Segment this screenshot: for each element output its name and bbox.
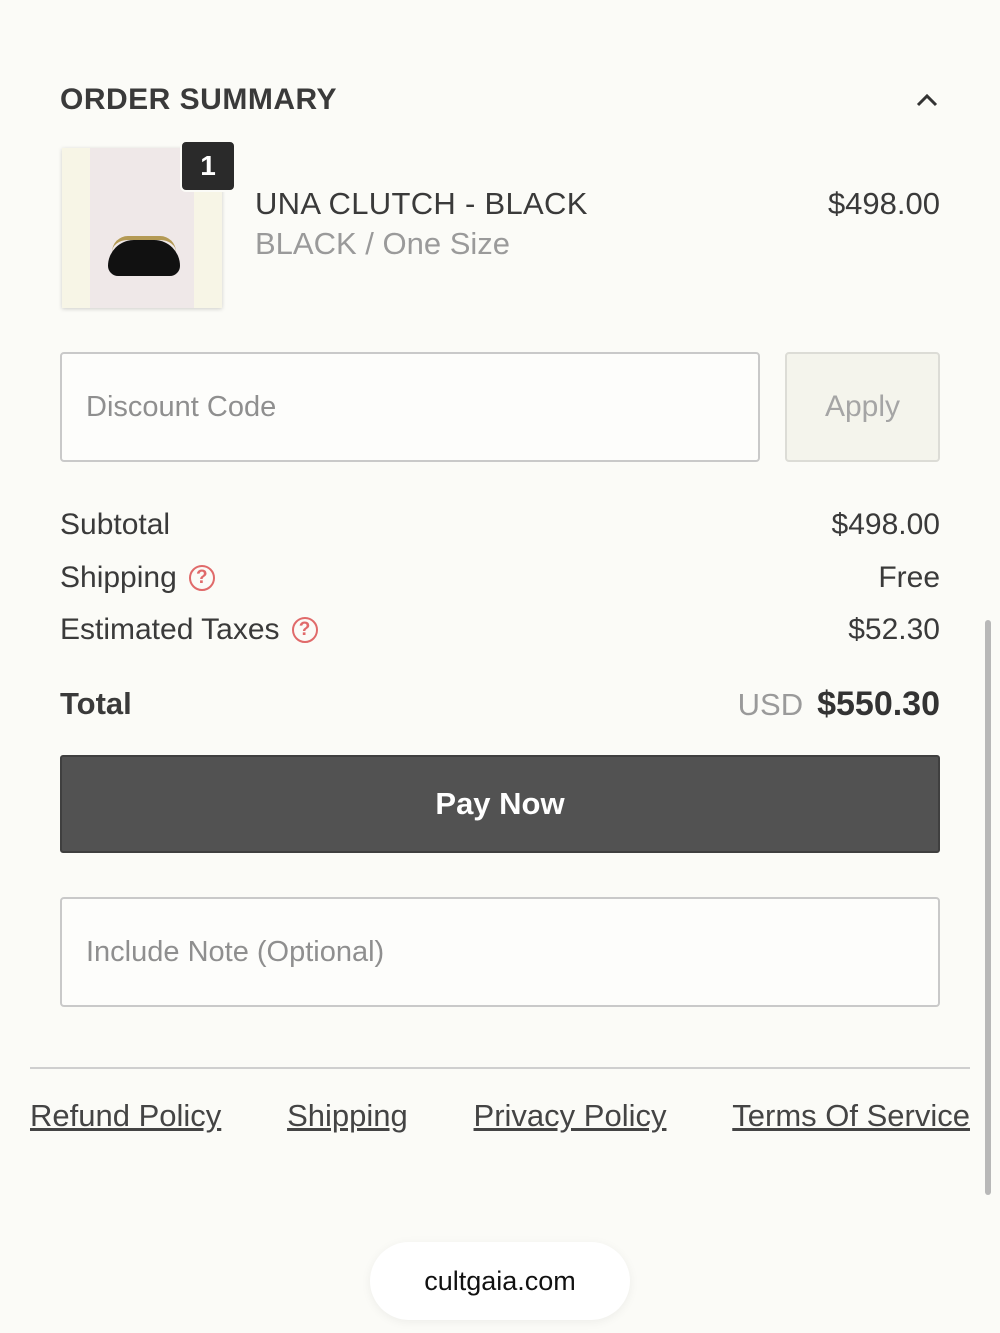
taxes-help-icon[interactable]: ? <box>291 617 318 643</box>
total-row: Total USD $550.30 <box>60 684 940 724</box>
total-value: $550.30 <box>817 684 940 723</box>
scrollbar[interactable] <box>985 620 991 1195</box>
shipping-link[interactable]: Shipping <box>287 1098 408 1134</box>
order-summary-title: ORDER SUMMARY <box>60 83 338 116</box>
subtotal-row: Subtotal $498.00 <box>60 505 940 545</box>
terms-of-service-link[interactable]: Terms Of Service <box>732 1098 970 1134</box>
product-name: UNA CLUTCH - BLACK <box>255 186 588 221</box>
pay-now-button[interactable]: Pay Now <box>60 755 940 853</box>
shipping-label-group: Shipping ? <box>60 561 215 595</box>
privacy-policy-link[interactable]: Privacy Policy <box>474 1098 667 1134</box>
browser-url-bar[interactable]: cultgaia.com <box>370 1242 630 1320</box>
product-image-background <box>90 148 194 308</box>
shipping-help-icon[interactable]: ? <box>188 565 215 591</box>
apply-button[interactable]: Apply <box>785 352 940 462</box>
total-value-group: USD $550.30 <box>738 685 940 724</box>
currency-code: USD <box>737 686 804 722</box>
shipping-value: Free <box>878 561 940 594</box>
refund-policy-link[interactable]: Refund Policy <box>30 1098 221 1134</box>
taxes-label-group: Estimated Taxes ? <box>60 613 318 647</box>
subtotal-value: $498.00 <box>831 508 940 541</box>
discount-code-input[interactable] <box>60 352 760 462</box>
subtotal-label: Subtotal <box>60 508 171 541</box>
quantity-badge: 1 <box>180 140 236 192</box>
product-variant: BLACK / One Size <box>255 226 511 261</box>
footer-links: Refund Policy Shipping Privacy Policy Te… <box>30 1098 970 1134</box>
shipping-row: Shipping ? Free <box>60 558 940 598</box>
footer-divider <box>30 1067 970 1069</box>
clutch-image <box>108 240 180 276</box>
chevron-up-icon[interactable] <box>914 87 940 113</box>
taxes-value: $52.30 <box>848 613 940 646</box>
shipping-label: Shipping <box>60 561 177 594</box>
note-input[interactable] <box>60 897 940 1007</box>
product-price: $498.00 <box>827 186 940 221</box>
taxes-row: Estimated Taxes ? $52.30 <box>60 610 940 650</box>
total-label: Total <box>60 686 132 721</box>
taxes-label: Estimated Taxes <box>60 613 280 646</box>
order-summary-header[interactable]: ORDER SUMMARY <box>60 80 940 120</box>
line-item: 1 UNA CLUTCH - BLACK BLACK / One Size $4… <box>60 140 940 310</box>
